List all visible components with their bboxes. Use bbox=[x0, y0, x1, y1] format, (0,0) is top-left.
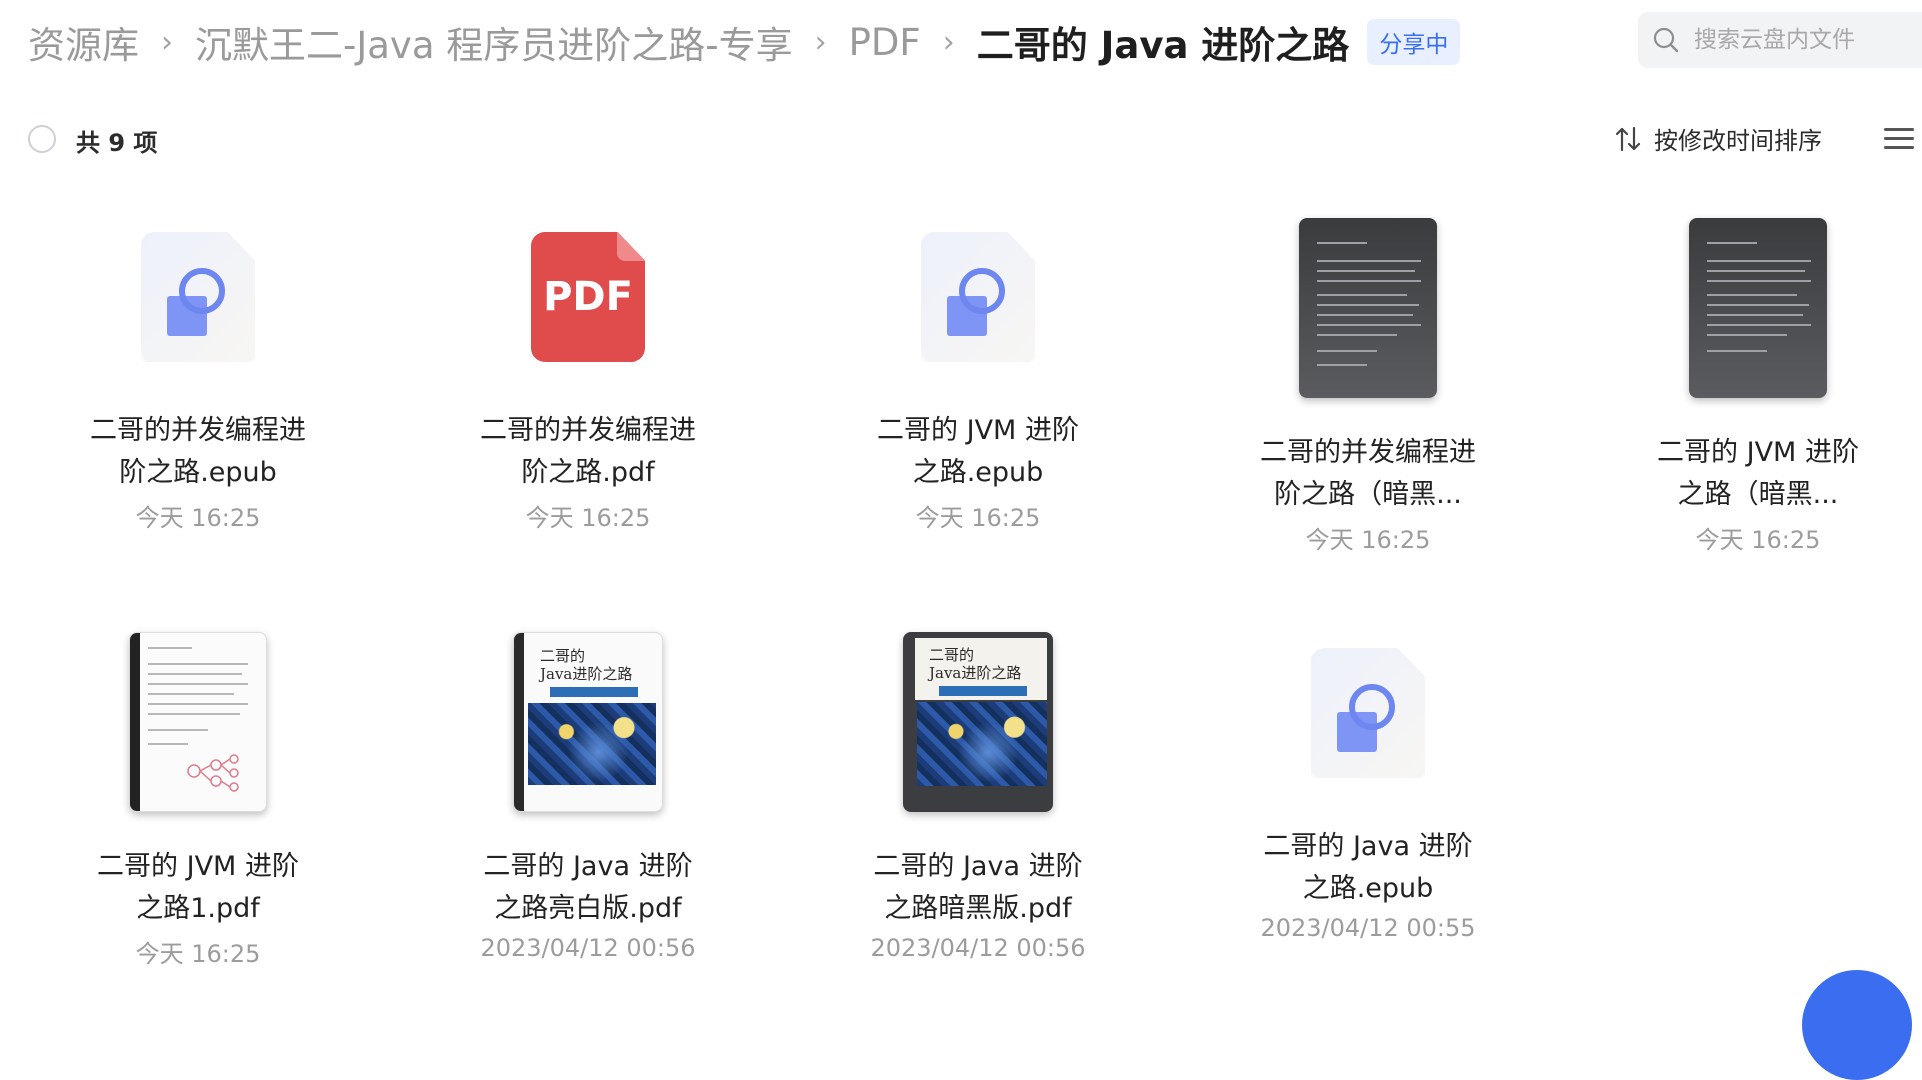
file-name: 二哥的并发编程进阶之路.pdf bbox=[480, 415, 696, 488]
file-name: 二哥的 Java 进阶之路暗黑版.pdf bbox=[873, 851, 1083, 924]
file-date: 今天 16:25 bbox=[525, 504, 651, 532]
breadcrumb-separator-icon: › bbox=[161, 24, 173, 60]
light-book-cover: 二哥的 Java进阶之路 bbox=[513, 632, 663, 812]
epub-file-icon bbox=[921, 232, 1035, 362]
select-all-checkbox[interactable] bbox=[28, 125, 56, 153]
file-name: 二哥的 JVM 进阶之路（暗黑... bbox=[1657, 437, 1859, 510]
sharing-status-badge[interactable]: 分享中 bbox=[1367, 19, 1461, 65]
search-box[interactable] bbox=[1638, 12, 1922, 68]
file-item[interactable]: 二哥的 JVM 进阶之路1.pdf 今天 16:25 bbox=[48, 632, 348, 969]
cover-title: 二哥的 Java进阶之路 bbox=[929, 646, 1022, 682]
file-name: 二哥的 JVM 进阶之路.epub bbox=[877, 415, 1079, 488]
breadcrumb-separator-icon: › bbox=[942, 24, 955, 60]
file-item[interactable]: PDF 二哥的并发编程进阶之路.pdf 今天 16:25 bbox=[438, 232, 738, 533]
search-icon bbox=[1653, 27, 1679, 53]
file-name: 二哥的 JVM 进阶之路1.pdf bbox=[97, 851, 299, 924]
file-item[interactable]: 二哥的并发编程进阶之路.epub 今天 16:25 bbox=[48, 232, 348, 533]
page-title: 二哥的 Java 进阶之路 bbox=[976, 24, 1350, 67]
file-date: 2023/04/12 00:55 bbox=[1260, 914, 1476, 942]
pdf-file-icon: PDF bbox=[531, 232, 645, 362]
file-date: 2023/04/12 00:56 bbox=[870, 934, 1086, 962]
view-menu-icon[interactable] bbox=[1884, 128, 1914, 150]
dark-book-cover: 二哥的 Java进阶之路 bbox=[903, 632, 1053, 812]
file-name: 二哥的 Java 进阶之路.epub bbox=[1263, 831, 1473, 904]
file-name: 二哥的并发编程进阶之路.epub bbox=[90, 415, 306, 488]
item-count: 共 9 项 bbox=[76, 129, 158, 157]
breadcrumb-separator-icon: › bbox=[814, 24, 827, 60]
epub-file-icon bbox=[141, 232, 255, 362]
file-date: 2023/04/12 00:56 bbox=[480, 934, 696, 962]
file-date: 今天 16:25 bbox=[135, 940, 261, 968]
file-item[interactable]: 二哥的 JVM 进阶之路（暗黑... 今天 16:25 bbox=[1608, 218, 1908, 555]
pdf-icon-label: PDF bbox=[543, 274, 633, 320]
file-item[interactable]: 二哥的并发编程进阶之路（暗黑... 今天 16:25 bbox=[1218, 218, 1518, 555]
file-name: 二哥的 Java 进阶之路亮白版.pdf bbox=[483, 851, 693, 924]
file-date: 今天 16:25 bbox=[915, 504, 1041, 532]
cover-title: 二哥的 Java进阶之路 bbox=[540, 647, 633, 683]
sort-button[interactable]: 按修改时间排序 bbox=[1614, 121, 1822, 156]
file-item[interactable]: 二哥的 JVM 进阶之路.epub 今天 16:25 bbox=[828, 232, 1128, 533]
file-date: 今天 16:25 bbox=[135, 504, 261, 532]
breadcrumb-item-library[interactable]: 资源库 bbox=[28, 15, 139, 69]
epub-file-icon bbox=[1311, 648, 1425, 778]
floating-action-button[interactable] bbox=[1802, 970, 1912, 1080]
file-name: 二哥的并发编程进阶之路（暗黑... bbox=[1260, 437, 1476, 510]
breadcrumb-item-pdf[interactable]: PDF bbox=[849, 21, 921, 64]
file-item[interactable]: 二哥的 Java 进阶之路.epub 2023/04/12 00:55 bbox=[1218, 648, 1518, 942]
file-item[interactable]: 二哥的 Java进阶之路 二哥的 Java 进阶之路暗黑版.pdf 2023/04… bbox=[828, 632, 1128, 962]
file-date: 今天 16:25 bbox=[1695, 526, 1821, 554]
light-document-thumbnail bbox=[129, 632, 267, 812]
file-date: 今天 16:25 bbox=[1305, 526, 1431, 554]
breadcrumb: 资源库 › 沉默王二-Java 程序员进阶之路-专享 › PDF › 二哥的 J… bbox=[28, 14, 1461, 70]
breadcrumb-item-shared-folder[interactable]: 沉默王二-Java 程序员进阶之路-专享 bbox=[195, 15, 793, 69]
sort-icon bbox=[1615, 126, 1641, 151]
dark-document-thumbnail bbox=[1689, 218, 1827, 398]
search-input[interactable] bbox=[1692, 26, 1916, 54]
sort-label: 按修改时间排序 bbox=[1654, 127, 1822, 155]
dark-document-thumbnail bbox=[1299, 218, 1437, 398]
file-item[interactable]: 二哥的 Java进阶之路 二哥的 Java 进阶之路亮白版.pdf 2023/04… bbox=[438, 632, 738, 962]
